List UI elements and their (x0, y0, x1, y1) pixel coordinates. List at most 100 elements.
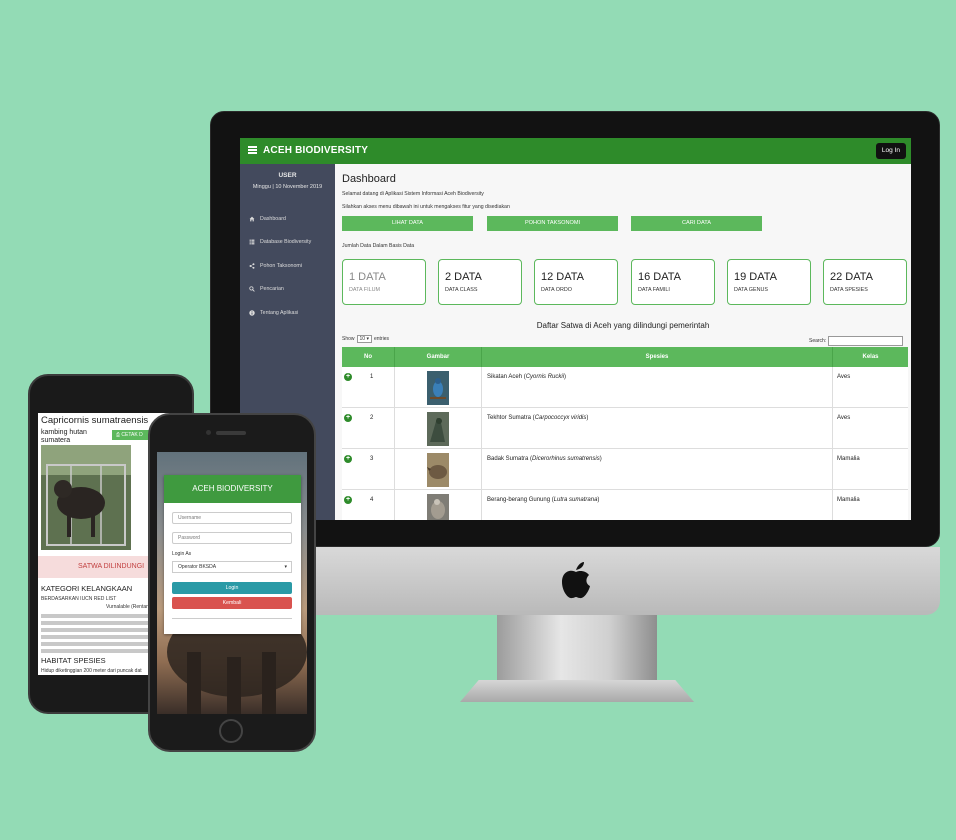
login-submit-button[interactable]: Login (172, 582, 292, 594)
sidebar-item-taksonomi[interactable]: Pohon Taksonomi (240, 254, 335, 278)
app-brand: ACEH BIODIVERSITY (263, 145, 369, 156)
stat-value: 22 DATA (830, 271, 873, 283)
stat-label: DATA FILUM (349, 287, 380, 293)
habitat-title: HABITAT SPESIES (41, 656, 106, 665)
species-thumbnail[interactable] (427, 412, 449, 446)
info-text: Silahkan akses menu dibawah ini untuk me… (342, 204, 510, 210)
show-label: Show (342, 336, 355, 342)
table-row[interactable]: +3 Badak Sumatra (Dicerorhinus sumatrens… (342, 449, 908, 490)
text-line (41, 649, 151, 653)
species-common-name: Tekhtor Sumatra ( (487, 415, 535, 421)
sidebar-item-database[interactable]: Database Biodiversity (240, 231, 335, 255)
entries-select[interactable]: 10 ▾ (356, 335, 372, 343)
page-title: Dashboard (342, 173, 396, 185)
species-title: Capricornis sumatraensis (41, 415, 149, 426)
column-header-no[interactable]: No (342, 347, 395, 367)
main-content: Dashboard Selamat datang di Aplikasi Sis… (335, 164, 911, 520)
sidebar-item-pencarian[interactable]: Pencarian (240, 278, 335, 302)
species-subtitle: kambing hutan sumatera (41, 429, 87, 444)
stat-card-spesies[interactable]: 22 DATA DATA SPESIES (823, 259, 907, 305)
speaker-grille (216, 431, 246, 435)
species-thumbnail[interactable] (427, 453, 449, 487)
camera-icon (206, 430, 211, 435)
stat-card-famili[interactable]: 16 DATA DATA FAMILI (631, 259, 715, 305)
desktop-app: ACEH BIODIVERSITY Log In USER Minggu | 1… (240, 138, 911, 520)
species-class: Aves (837, 415, 851, 421)
species-class: Mamalia (837, 456, 860, 462)
row-number: 2 (370, 415, 374, 421)
row-number: 4 (370, 497, 374, 503)
login-as-label: Login As (172, 551, 192, 557)
cari-data-button[interactable]: CARI DATA (631, 216, 762, 231)
imac-foot (460, 680, 694, 702)
expand-row-icon[interactable]: + (344, 496, 352, 504)
stat-card-filum[interactable]: 1 DATA DATA FILUM (342, 259, 426, 305)
species-common-name: Badak Sumatra ( (487, 456, 533, 462)
sidebar-item-label: Pohon Taksonomi (260, 262, 303, 269)
password-input[interactable]: Password (172, 532, 292, 544)
species-common-name: Sikatan Aceh ( (487, 374, 526, 380)
show-entries: Show 10 ▾ entries (342, 335, 389, 343)
table-header: No Gambar Spesies Kelas (342, 347, 908, 367)
column-header-gambar[interactable]: Gambar (395, 347, 482, 367)
lihat-data-button[interactable]: LIHAT DATA (342, 216, 473, 231)
sidebar-item-tentang[interactable]: Tentang Aplikasi (240, 301, 335, 325)
print-button-label: CETAK D (121, 432, 143, 438)
home-button[interactable] (219, 719, 243, 743)
stat-value: 16 DATA (638, 271, 681, 283)
username-input[interactable]: Username (172, 512, 292, 524)
species-name: Berang-berang Gunung (Lutra sumatrana) (487, 497, 600, 503)
hamburger-menu-icon[interactable] (248, 146, 257, 154)
table-row[interactable]: +4 Berang-berang Gunung (Lutra sumatrana… (342, 490, 908, 520)
sidebar-item-label: Database Biodiversity (260, 239, 312, 246)
expand-row-icon[interactable]: + (344, 455, 352, 463)
stat-label: DATA CLASS (445, 287, 478, 293)
login-card: ACEH BIODIVERSITY Username Password Logi… (164, 475, 301, 634)
share-icon (249, 262, 255, 269)
species-name: Tekhtor Sumatra (Carpococcyx viridis) (487, 415, 589, 421)
jumlah-data-label: Jumlah Data Dalam Basis Data (342, 243, 415, 249)
apple-logo-icon (562, 562, 590, 599)
habitat-text: Hidup diketinggian 200 meter dari puncak… (41, 668, 142, 674)
column-header-spesies[interactable]: Spesies (482, 347, 833, 367)
sidebar-item-dashboard[interactable]: Dashboard (240, 207, 335, 231)
expand-row-icon[interactable]: + (344, 414, 352, 422)
species-name: Sikatan Aceh (Cyornis Ruckii) (487, 374, 567, 380)
expand-row-icon[interactable]: + (344, 373, 352, 381)
species-latin-name: Dicerorhinus sumatrensis (532, 456, 600, 462)
stat-value: 2 DATA (445, 271, 482, 283)
role-select-value: Operator BKSDA (178, 564, 217, 570)
stat-label: DATA SPESIES (830, 287, 868, 293)
back-button[interactable]: Kembali (172, 597, 292, 609)
stat-card-genus[interactable]: 19 DATA DATA GENUS (727, 259, 811, 305)
stat-value: 1 DATA (349, 271, 386, 283)
species-common-name: Berang-berang Gunung ( (487, 497, 554, 503)
table-search: Search: (809, 336, 904, 346)
sidebar-item-label: Dashboard (260, 215, 286, 222)
column-header-kelas[interactable]: Kelas (833, 347, 908, 367)
role-select[interactable]: Operator BKSDA ▾ (172, 561, 292, 573)
species-thumbnail[interactable] (427, 371, 449, 405)
table-row[interactable]: +2 Tekhtor Sumatra (Carpococcyx viridis)… (342, 408, 908, 449)
login-button[interactable]: Log In (875, 143, 906, 159)
divider (172, 618, 292, 619)
row-number: 1 (370, 374, 374, 380)
sidebar-user: USER (278, 172, 297, 179)
row-number: 3 (370, 456, 374, 462)
species-latin-name: Lutra sumatrana (553, 497, 598, 503)
species-name: Badak Sumatra (Dicerorhinus sumatrensis) (487, 456, 602, 462)
table-row[interactable]: +1 Sikatan Aceh (Cyornis Ruckii) Aves (342, 367, 908, 408)
stat-card-class[interactable]: 2 DATA DATA CLASS (438, 259, 522, 305)
search-icon (249, 286, 255, 292)
species-thumbnail[interactable] (427, 494, 449, 520)
stat-label: DATA FAMILI (638, 287, 670, 293)
pohon-taksonomi-button[interactable]: POHON TAKSONOMI (487, 216, 618, 231)
info-icon (249, 310, 255, 316)
stat-card-ordo[interactable]: 12 DATA DATA ORDO (534, 259, 618, 305)
kategori-title: KATEGORI KELANGKAAN (41, 584, 133, 593)
species-latin-name: Carpococcyx viridis (534, 415, 587, 421)
entries-label: entries (373, 336, 389, 342)
entries-value: 10 (359, 336, 366, 342)
topbar: ACEH BIODIVERSITY Log In (240, 138, 911, 164)
search-input[interactable] (828, 336, 904, 346)
